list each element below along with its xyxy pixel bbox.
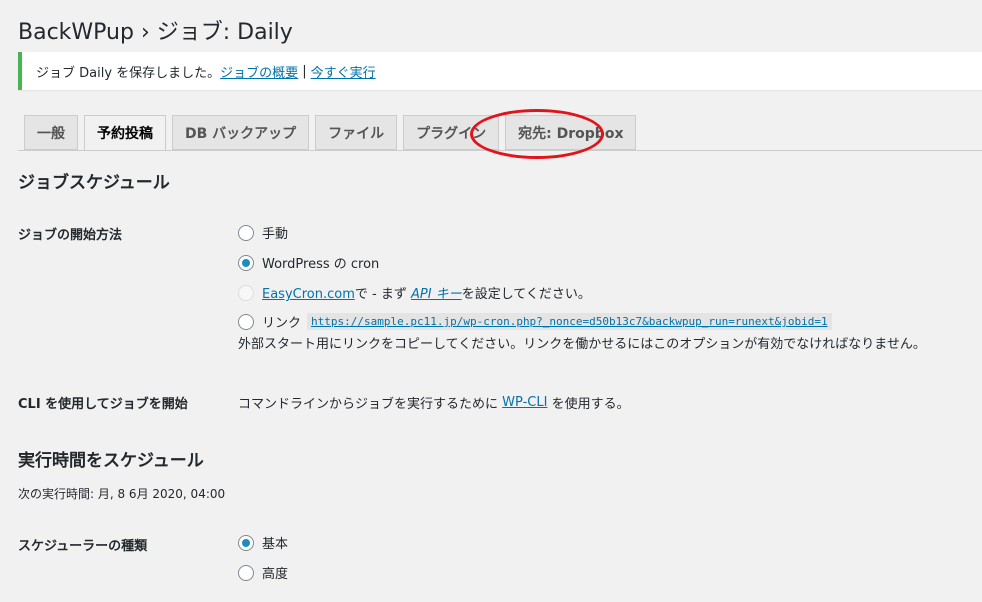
next-run-text: 次の実行時間: 月, 8 6月 2020, 04:00 [18,487,226,501]
cron-url[interactable]: https://sample.pc11.jp/wp-cron.php?_nonc… [307,313,832,330]
tab-files[interactable]: ファイル [315,115,398,150]
tab-general[interactable]: 一般 [24,115,78,150]
easycron-text: EasyCron.comで - まず API キーを設定してください。 [262,283,591,302]
easycron-radio [238,284,254,301]
manual-radio[interactable] [238,224,254,241]
link-label: リンク [262,316,302,331]
wp-cli-link[interactable]: WP-CLI [502,395,547,410]
job-overview-link[interactable]: ジョブの概要 [220,62,298,81]
api-key-link[interactable]: API キー [411,287,462,302]
manual-label: 手動 [262,227,289,242]
option-basic[interactable]: 基本 [238,533,288,552]
advanced-radio[interactable] [238,564,254,581]
tab-db-backup[interactable]: DB バックアップ [172,115,310,150]
basic-label: 基本 [262,537,289,552]
notice-message: ジョブ Daily を保存しました。 [36,65,221,81]
option-link[interactable]: リンク https://sample.pc11.jp/wp-cron.php?_… [238,312,832,331]
start-method-label: ジョブの開始方法 [18,228,123,243]
page-title: BackWPup › ジョブ: Daily [18,20,293,45]
execution-time-heading: 実行時間をスケジュール [18,451,204,471]
wpcron-radio[interactable] [238,254,254,271]
option-wpcron[interactable]: WordPress の cron [238,253,379,272]
link-description: 外部スタート用にリンクをコピーしてください。リンクを働かせるにはこのオプションが… [238,337,926,352]
easycron-end: を設定してください。 [461,287,591,302]
run-now-link[interactable]: 今すぐ実行 [311,62,376,81]
notice-separator: | [302,63,307,79]
tab-plugins[interactable]: プラグイン [403,115,500,150]
job-tabs: 一般 予約投稿 DB バックアップ ファイル プラグイン 宛先: Dropbox [24,115,642,151]
option-manual[interactable]: 手動 [238,223,288,242]
cli-label: CLI を使用してジョブを開始 [18,397,188,412]
easycron-mid: で - まず [354,287,407,302]
success-notice: ジョブ Daily を保存しました。 ジョブの概要 | 今すぐ実行 [18,52,982,90]
scheduler-type-label: スケジューラーの種類 [18,539,148,554]
advanced-label: 高度 [262,567,289,582]
wpcron-label: WordPress の cron [262,257,380,272]
cli-text-before: コマンドラインからジョブを実行するために [238,397,499,412]
job-schedule-heading: ジョブスケジュール [18,173,170,193]
basic-radio[interactable] [238,534,254,551]
cli-text-after: を使用する。 [551,397,630,412]
option-advanced[interactable]: 高度 [238,563,288,582]
link-radio[interactable] [238,313,254,330]
easycron-link[interactable]: EasyCron.com [262,287,355,302]
tab-schedule[interactable]: 予約投稿 [84,115,166,151]
option-easycron: EasyCron.comで - まず API キーを設定してください。 [238,283,591,302]
cli-description: コマンドラインからジョブを実行するために WP-CLI を使用する。 [238,393,630,412]
tab-dropbox[interactable]: 宛先: Dropbox [505,115,637,150]
tabs-divider [18,150,982,151]
